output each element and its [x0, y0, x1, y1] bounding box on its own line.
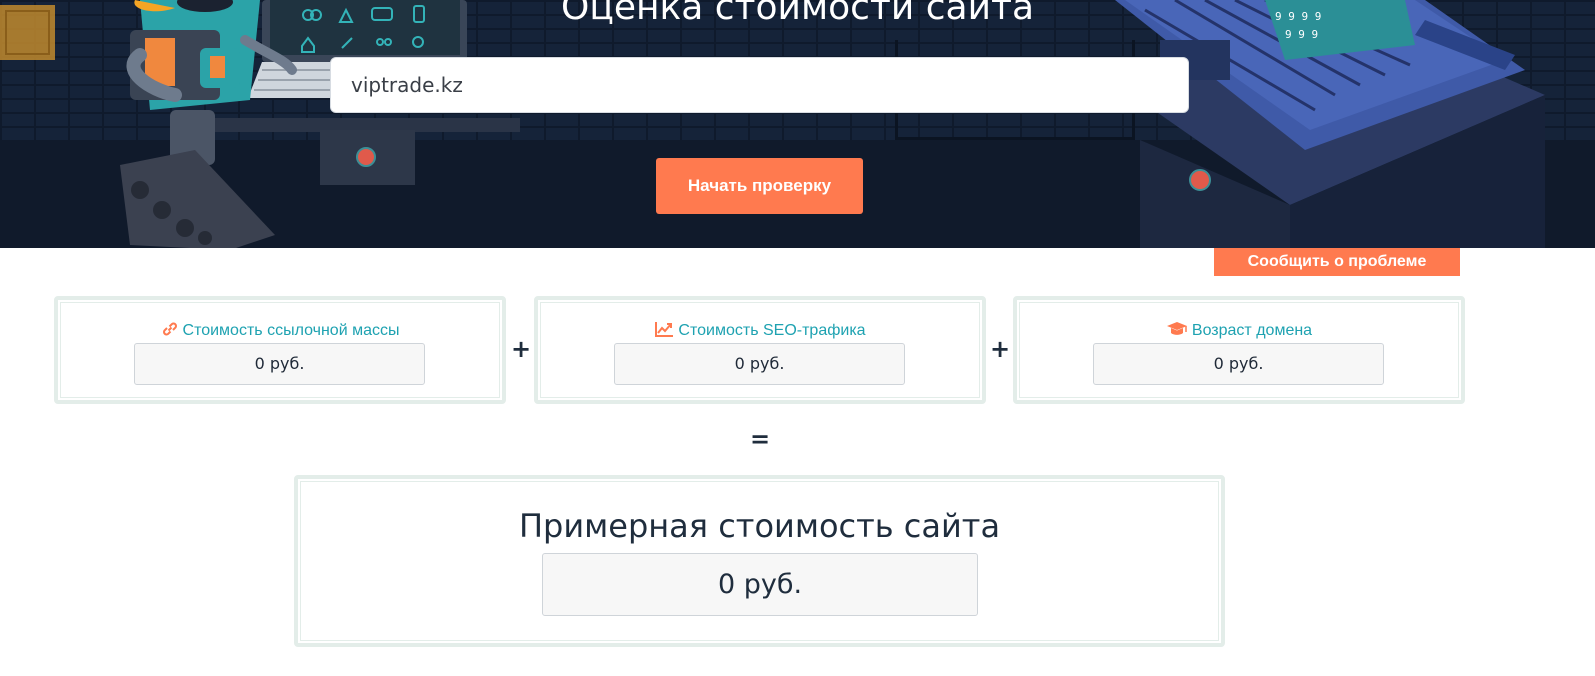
cash-register-illustration: 9 9 9 9 9 9 9 — [1115, 0, 1545, 248]
start-check-button[interactable]: Начать проверку — [656, 158, 863, 214]
robot-illustration — [0, 0, 520, 248]
plus-operator: + — [990, 335, 1011, 363]
card-value: 0 руб. — [1093, 343, 1384, 385]
svg-text:9 9 9: 9 9 9 — [1285, 28, 1318, 41]
link-icon — [161, 320, 179, 343]
trend-chart-icon — [654, 320, 674, 343]
plus-operator: + — [511, 335, 532, 363]
hero-banner: 9 9 9 9 9 9 9 Оценка стоимости сайта Нач… — [0, 0, 1595, 248]
card-title: Стоимость ссылочной массы — [58, 320, 502, 343]
graduation-cap-icon — [1166, 320, 1188, 343]
card-value: 0 руб. — [134, 343, 425, 385]
card-title-text: Стоимость ссылочной массы — [182, 322, 400, 339]
site-url-input[interactable] — [330, 57, 1189, 113]
card-value: 0 руб. — [614, 343, 905, 385]
total-value: 0 руб. — [542, 553, 978, 616]
card-title-text: Стоимость SEO-трафика — [678, 322, 866, 339]
page-title: Оценка стоимости сайта — [560, 0, 1035, 28]
domain-age-card: Возраст домена 0 руб. — [1013, 296, 1465, 404]
card-title: Возраст домена — [1017, 320, 1461, 343]
report-problem-button[interactable]: Сообщить о проблеме — [1214, 248, 1460, 276]
link-mass-cost-card: Стоимость ссылочной массы 0 руб. — [54, 296, 506, 404]
total-cost-card: Примерная стоимость сайта 0 руб. — [294, 475, 1225, 647]
equals-operator: = — [750, 425, 771, 453]
card-title-text: Возраст домена — [1191, 322, 1313, 339]
seo-traffic-cost-card: Стоимость SEO-трафика 0 руб. — [534, 296, 986, 404]
card-title: Стоимость SEO-трафика — [538, 320, 982, 343]
total-title: Примерная стоимость сайта — [518, 507, 1001, 545]
